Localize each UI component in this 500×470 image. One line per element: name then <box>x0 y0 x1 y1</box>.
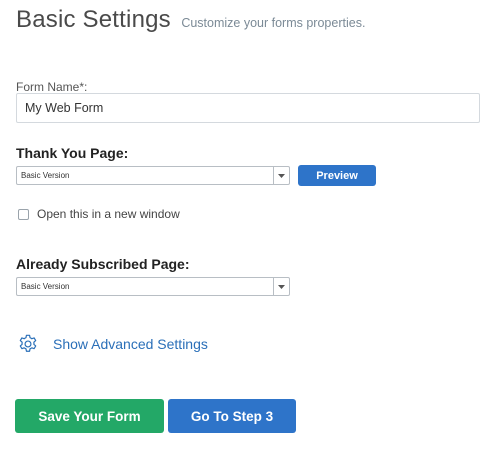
chevron-down-icon <box>273 278 289 295</box>
save-form-button[interactable]: Save Your Form <box>15 399 164 433</box>
open-new-window-option[interactable]: Open this in a new window <box>18 207 180 221</box>
gear-icon <box>19 334 37 352</box>
page-title: Basic Settings <box>16 6 171 33</box>
page-header: Basic Settings Customize your forms prop… <box>16 6 365 34</box>
go-to-step-3-button[interactable]: Go To Step 3 <box>168 399 296 433</box>
already-subscribed-page-select-value: Basic Version <box>21 282 70 291</box>
open-new-window-checkbox[interactable] <box>18 208 29 220</box>
chevron-down-icon <box>273 167 289 184</box>
thank-you-page-select[interactable]: Basic Version <box>16 166 290 185</box>
show-advanced-settings-link[interactable]: Show Advanced Settings <box>53 336 208 352</box>
thank-you-page-label: Thank You Page: <box>16 145 129 161</box>
page-subtitle: Customize your forms properties. <box>181 16 366 30</box>
preview-button[interactable]: Preview <box>298 165 376 186</box>
show-advanced-settings[interactable]: Show Advanced Settings <box>17 333 208 355</box>
open-new-window-label: Open this in a new window <box>37 207 180 221</box>
form-name-input[interactable] <box>16 93 480 123</box>
form-name-label: Form Name*: <box>16 80 88 94</box>
already-subscribed-page-label: Already Subscribed Page: <box>16 256 190 272</box>
already-subscribed-page-select[interactable]: Basic Version <box>16 277 290 296</box>
thank-you-page-select-value: Basic Version <box>21 171 70 180</box>
